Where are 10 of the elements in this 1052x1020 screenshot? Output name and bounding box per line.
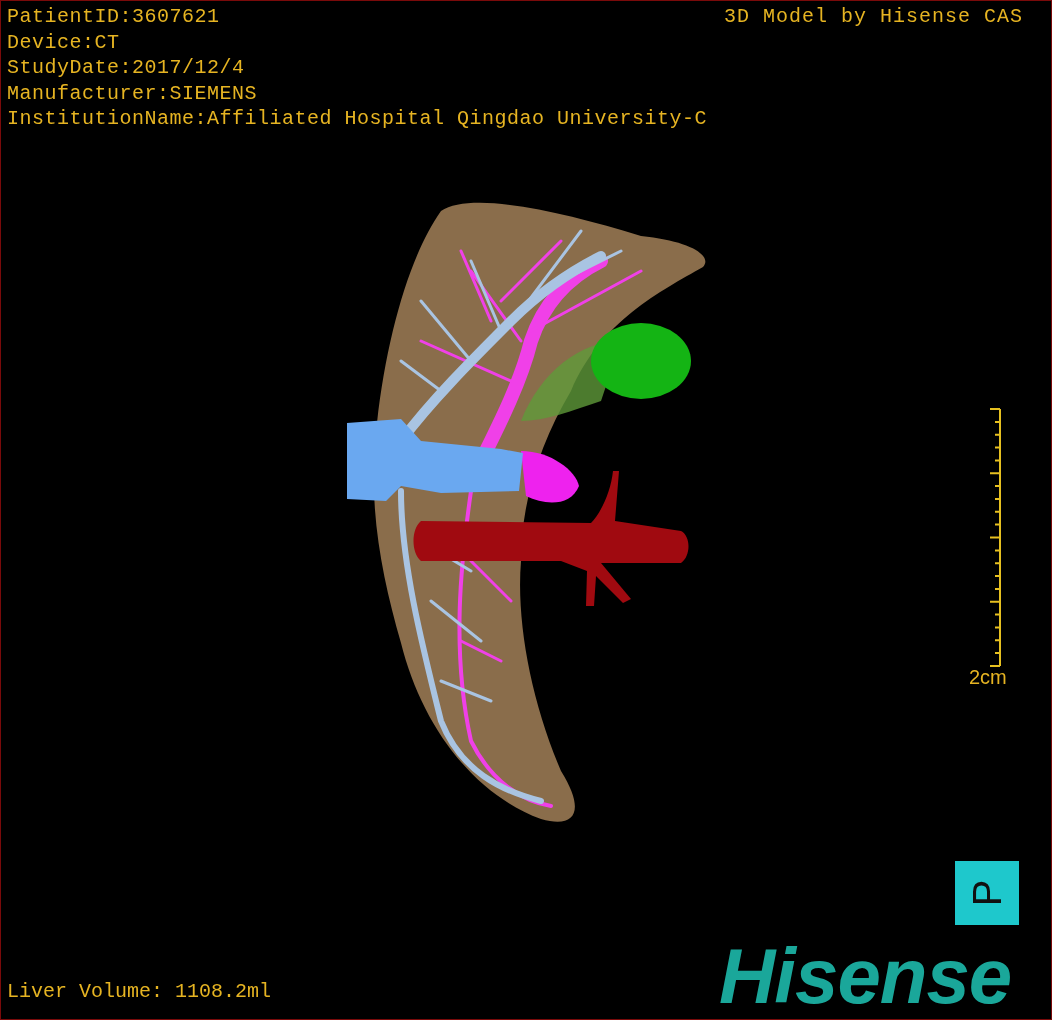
hisense-logo: Hisense	[719, 933, 1012, 1019]
patient-info-text: InstitutionName:Affiliated Hospital Qingdao University-C	[7, 106, 708, 132]
patient-info-text: Device:CT	[7, 29, 121, 55]
patient-info-text: Manufacturer:SIEMENS	[7, 80, 259, 106]
patient-info-text: StudyDate:2017/12/4	[7, 55, 246, 81]
liver-volume: Liver Volume: 1108.2ml	[7, 979, 272, 1004]
scale-label: 2cm	[969, 665, 1007, 689]
patient-info-text: PatientID:3607621	[7, 4, 221, 30]
model-credit: 3D Model by Hisense CAS	[723, 4, 1023, 30]
orientation-marker: P	[955, 861, 1019, 925]
